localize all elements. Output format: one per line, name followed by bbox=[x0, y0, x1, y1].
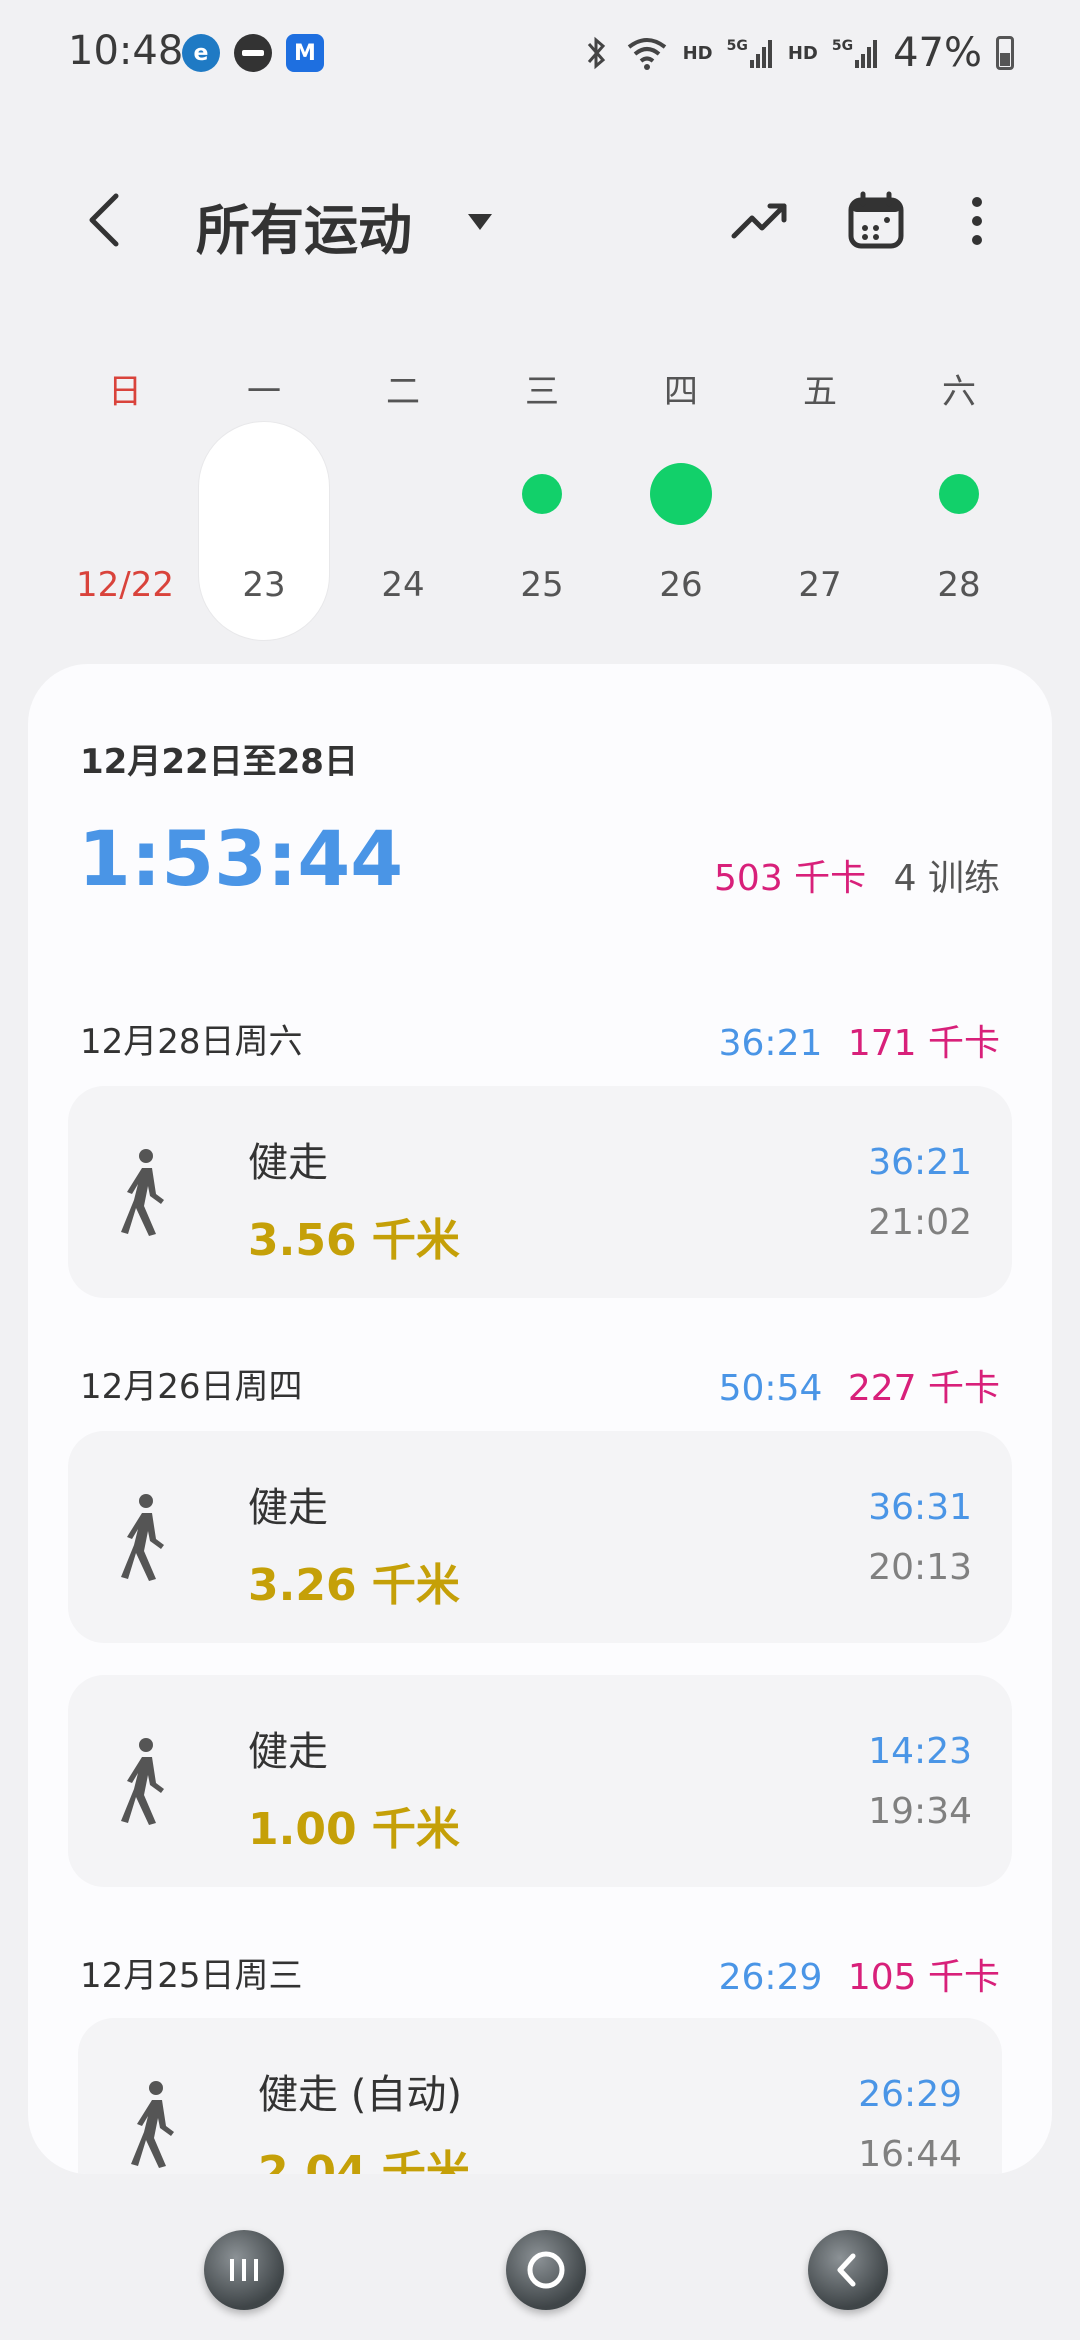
day-group-header: 12月28日周六 36:21 171 千卡 bbox=[80, 1022, 1000, 1064]
dropdown-caret-icon[interactable] bbox=[460, 202, 500, 242]
back-arrow-icon[interactable] bbox=[78, 190, 138, 250]
workout-distance: 3.56 千米 bbox=[248, 1215, 460, 1266]
walking-icon bbox=[121, 1494, 164, 1581]
nav-back-button[interactable] bbox=[808, 2230, 888, 2310]
workout-distance: 1.00 千米 bbox=[248, 1804, 460, 1855]
activity-dot bbox=[939, 474, 979, 514]
hd-label-1: HD bbox=[682, 42, 713, 64]
walking-icon bbox=[131, 2081, 174, 2168]
recent-apps-button[interactable] bbox=[204, 2230, 284, 2310]
workout-start-time: 20:13 bbox=[868, 1547, 972, 1588]
activity-dot bbox=[650, 463, 712, 525]
trend-icon[interactable] bbox=[730, 190, 792, 252]
signal-icon-2: 5G bbox=[832, 38, 879, 68]
workout-duration: 26:29 bbox=[858, 2074, 962, 2115]
do-not-disturb-icon bbox=[234, 34, 272, 72]
workout-item[interactable]: 健走 1.00 千米 14:23 19:34 bbox=[68, 1675, 1012, 1887]
workout-duration: 14:23 bbox=[868, 1731, 972, 1772]
activity-dot bbox=[522, 474, 562, 514]
workout-duration: 36:21 bbox=[868, 1142, 972, 1183]
system-icons: HD 5G HD 5G 47% bbox=[581, 30, 1014, 76]
workout-name: 健走 (自动) bbox=[258, 2072, 462, 2118]
system-nav-bar bbox=[0, 2190, 1080, 2340]
workout-item[interactable]: 健走 3.26 千米 36:31 20:13 bbox=[68, 1431, 1012, 1643]
calendar-icon[interactable] bbox=[845, 190, 907, 252]
m-app-icon: M bbox=[286, 34, 324, 72]
workout-name: 健走 bbox=[248, 1729, 328, 1775]
selected-day-highlight bbox=[199, 422, 329, 640]
workout-name: 健走 bbox=[248, 1485, 328, 1531]
page-title[interactable]: 所有运动 bbox=[196, 186, 412, 265]
workout-duration: 36:31 bbox=[868, 1487, 972, 1528]
walking-icon bbox=[121, 1149, 164, 1236]
recent-apps-icon bbox=[230, 2259, 258, 2281]
walking-icon bbox=[121, 1738, 164, 1825]
signal-icon-1: 5G bbox=[727, 38, 774, 68]
status-bar: 10:48 e M HD 5G HD 5G 47% bbox=[0, 0, 1080, 110]
browser-app-icon: e bbox=[182, 34, 220, 72]
total-duration: 1:53:44 bbox=[78, 814, 404, 903]
workout-start-time: 16:44 bbox=[858, 2134, 962, 2174]
day-group-header: 12月25日周三 26:29 105 千卡 bbox=[80, 1956, 1000, 1998]
workout-item[interactable]: 健走 3.56 千米 36:21 21:02 bbox=[68, 1086, 1012, 1298]
notification-icons: e M bbox=[182, 34, 324, 72]
nav-back-icon bbox=[837, 2253, 856, 2287]
workout-distance: 2.04 千米 bbox=[258, 2147, 470, 2174]
app-header: 所有运动 bbox=[0, 160, 1080, 280]
workout-distance: 3.26 千米 bbox=[248, 1560, 460, 1611]
week-strip: 日 12/22 一 23 二 24 三 25 四 26 五 27 六 28 bbox=[0, 350, 1080, 650]
workout-item[interactable]: 健走 (自动) 2.04 千米 26:29 16:44 bbox=[78, 2018, 1002, 2174]
battery-percent: 47% bbox=[893, 30, 982, 76]
status-time: 10:48 bbox=[68, 28, 184, 74]
hd-label-2: HD bbox=[787, 42, 818, 64]
battery-icon bbox=[996, 36, 1014, 70]
day-group-header: 12月26日周四 50:54 227 千卡 bbox=[80, 1367, 1000, 1409]
summary-stats: 503 千卡 4 训练 bbox=[714, 849, 1000, 901]
session-count: 4 训练 bbox=[893, 858, 1000, 899]
bluetooth-icon bbox=[587, 36, 605, 70]
total-kcal: 503 千卡 bbox=[714, 858, 867, 899]
workout-start-time: 21:02 bbox=[868, 1202, 972, 1243]
wifi-icon bbox=[627, 38, 666, 70]
workout-name: 健走 bbox=[248, 1140, 328, 1186]
more-options-icon[interactable] bbox=[946, 190, 1008, 252]
workout-summary-card: 12月22日至28日 1:53:44 503 千卡 4 训练 12月28日周六 … bbox=[28, 664, 1052, 2174]
home-button[interactable] bbox=[506, 2230, 586, 2310]
workout-start-time: 19:34 bbox=[868, 1791, 972, 1832]
home-icon bbox=[527, 2251, 565, 2289]
date-range: 12月22日至28日 bbox=[80, 742, 358, 782]
